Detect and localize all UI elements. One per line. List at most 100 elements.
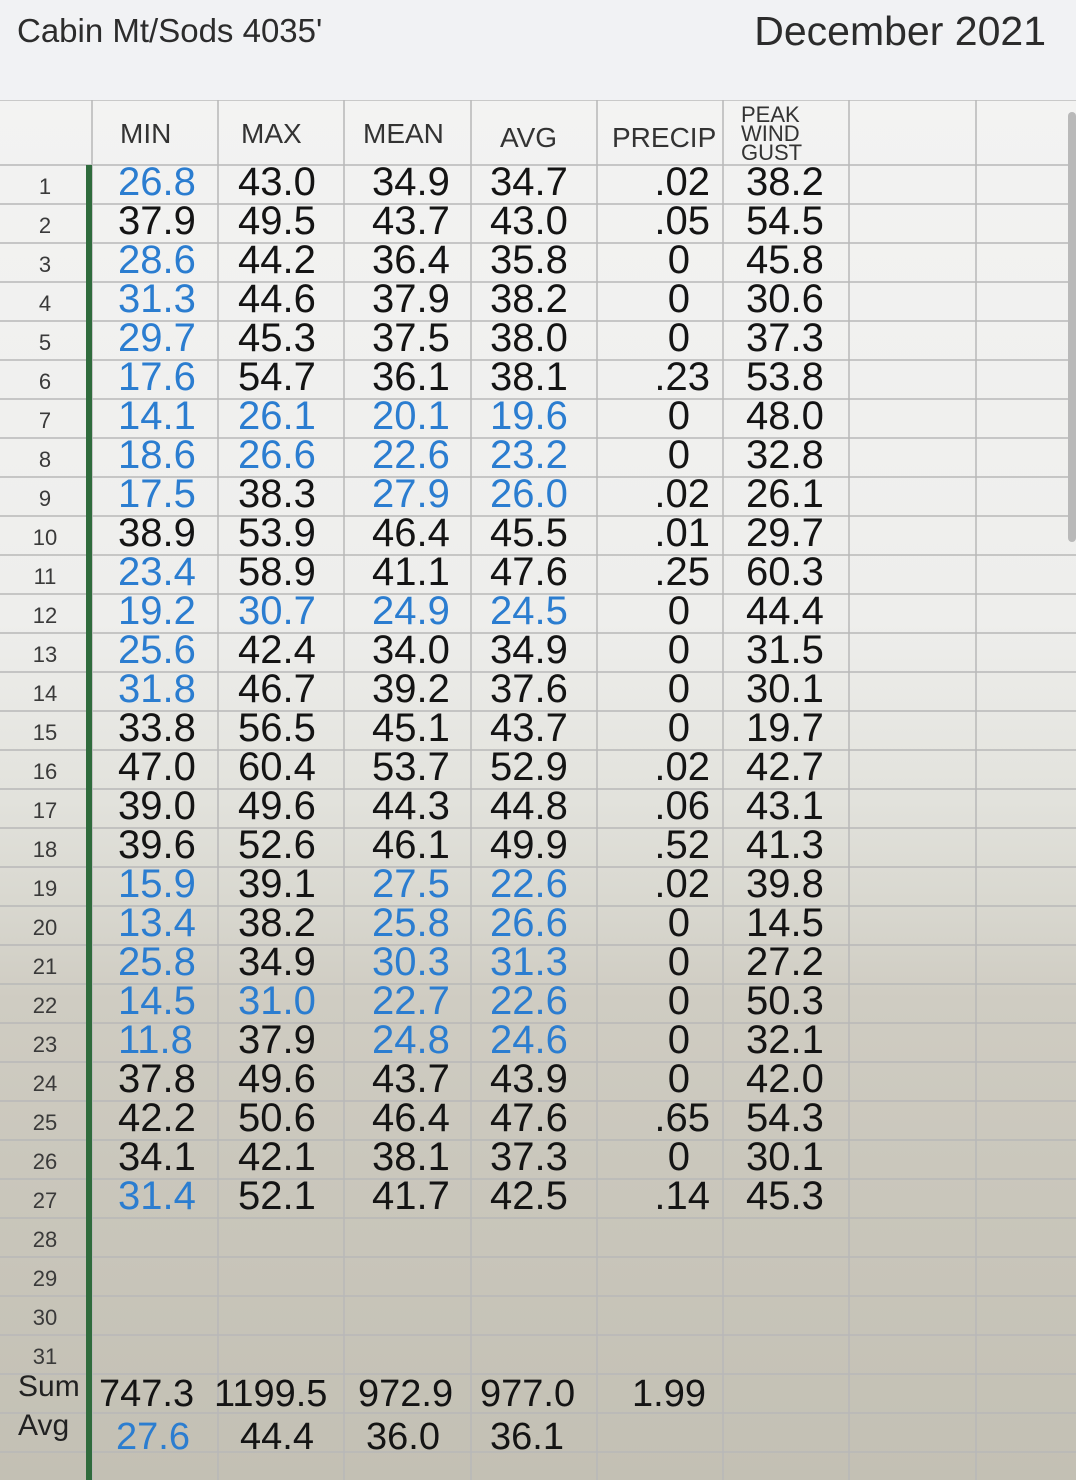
cell-peak-wind-gust[interactable]: 45.3 bbox=[746, 1176, 824, 1216]
cell-avg[interactable]: 43.0 bbox=[490, 201, 568, 241]
cell-max[interactable]: 43.0 bbox=[238, 162, 316, 202]
cell-avg[interactable]: 47.6 bbox=[490, 552, 568, 592]
cell-mean[interactable]: 24.9 bbox=[372, 591, 450, 631]
cell-avg[interactable]: 47.6 bbox=[490, 1098, 568, 1138]
cell-min[interactable]: 31.8 bbox=[118, 669, 196, 709]
row-number[interactable]: 1 bbox=[0, 167, 90, 206]
cell-peak-wind-gust[interactable]: 45.8 bbox=[746, 240, 824, 280]
cell-mean[interactable]: 27.9 bbox=[372, 474, 450, 514]
cell-min[interactable]: 34.1 bbox=[118, 1137, 196, 1177]
cell-max[interactable]: 42.1 bbox=[238, 1137, 316, 1177]
row-number[interactable]: 25 bbox=[0, 1103, 90, 1142]
cell-min[interactable]: 23.4 bbox=[118, 552, 196, 592]
cell-mean[interactable]: 20.1 bbox=[372, 396, 450, 436]
cell-precip[interactable]: 0 bbox=[600, 1020, 690, 1060]
row-number[interactable]: 5 bbox=[0, 323, 90, 362]
cell-precip[interactable]: .02 bbox=[600, 864, 710, 904]
cell-avg[interactable]: 34.7 bbox=[490, 162, 568, 202]
col-header-precip[interactable]: PRECIP bbox=[612, 122, 716, 154]
cell-max[interactable]: 38.2 bbox=[238, 903, 316, 943]
cell-avg[interactable]: 24.5 bbox=[490, 591, 568, 631]
cell-mean[interactable]: 44.3 bbox=[372, 786, 450, 826]
cell-precip[interactable]: 0 bbox=[600, 1059, 690, 1099]
cell-min[interactable]: 33.8 bbox=[118, 708, 196, 748]
cell-peak-wind-gust[interactable]: 26.1 bbox=[746, 474, 824, 514]
row-number[interactable]: 22 bbox=[0, 986, 90, 1025]
row-number[interactable]: 30 bbox=[0, 1298, 90, 1337]
cell-precip[interactable]: .23 bbox=[600, 357, 710, 397]
col-header-avg[interactable]: AVG bbox=[500, 122, 557, 154]
cell-precip[interactable]: .02 bbox=[600, 162, 710, 202]
cell-mean[interactable]: 39.2 bbox=[372, 669, 450, 709]
cell-peak-wind-gust[interactable]: 54.5 bbox=[746, 201, 824, 241]
cell-peak-wind-gust[interactable]: 43.1 bbox=[746, 786, 824, 826]
cell-mean[interactable]: 34.0 bbox=[372, 630, 450, 670]
cell-min[interactable]: 19.2 bbox=[118, 591, 196, 631]
cell-min[interactable]: 31.4 bbox=[118, 1176, 196, 1216]
row-number[interactable]: 20 bbox=[0, 908, 90, 947]
cell-max[interactable]: 50.6 bbox=[238, 1098, 316, 1138]
row-number[interactable]: 10 bbox=[0, 518, 90, 557]
row-number[interactable]: 28 bbox=[0, 1220, 90, 1259]
cell-mean[interactable]: 25.8 bbox=[372, 903, 450, 943]
cell-min[interactable]: 26.8 bbox=[118, 162, 196, 202]
cell-avg[interactable]: 43.7 bbox=[490, 708, 568, 748]
cell-max[interactable]: 49.5 bbox=[238, 201, 316, 241]
cell-avg[interactable]: 45.5 bbox=[490, 513, 568, 553]
row-number[interactable]: 7 bbox=[0, 401, 90, 440]
sum-precip[interactable]: 1.99 bbox=[632, 1375, 706, 1414]
row-number[interactable]: 11 bbox=[0, 557, 90, 596]
cell-precip[interactable]: 0 bbox=[600, 396, 690, 436]
cell-max[interactable]: 49.6 bbox=[238, 1059, 316, 1099]
cell-min[interactable]: 11.8 bbox=[118, 1020, 193, 1060]
cell-max[interactable]: 38.3 bbox=[238, 474, 316, 514]
cell-avg[interactable]: 37.3 bbox=[490, 1137, 568, 1177]
row-number[interactable]: 29 bbox=[0, 1259, 90, 1298]
cell-avg[interactable]: 38.1 bbox=[490, 357, 568, 397]
cell-precip[interactable]: 0 bbox=[600, 240, 690, 280]
cell-avg[interactable]: 19.6 bbox=[490, 396, 568, 436]
cell-min[interactable]: 42.2 bbox=[118, 1098, 196, 1138]
col-header-min[interactable]: MIN bbox=[120, 118, 171, 150]
cell-avg[interactable]: 34.9 bbox=[490, 630, 568, 670]
cell-mean[interactable]: 37.5 bbox=[372, 318, 450, 358]
row-number[interactable]: 3 bbox=[0, 245, 90, 284]
cell-avg[interactable]: 31.3 bbox=[490, 942, 568, 982]
cell-precip[interactable] bbox=[600, 1255, 710, 1294]
cell-mean[interactable]: 43.7 bbox=[372, 201, 450, 241]
cell-avg[interactable]: 37.6 bbox=[490, 669, 568, 709]
cell-max[interactable]: 49.6 bbox=[238, 786, 316, 826]
cell-peak-wind-gust[interactable]: 50.3 bbox=[746, 981, 824, 1021]
cell-mean[interactable]: 24.8 bbox=[372, 1020, 450, 1060]
cell-max[interactable]: 56.5 bbox=[238, 708, 316, 748]
cell-avg[interactable]: 23.2 bbox=[490, 435, 568, 475]
cell-mean[interactable]: 41.1 bbox=[372, 552, 450, 592]
cell-max[interactable]: 52.6 bbox=[238, 825, 316, 865]
cell-peak-wind-gust[interactable]: 53.8 bbox=[746, 357, 824, 397]
cell-mean[interactable]: 22.7 bbox=[372, 981, 450, 1021]
cell-max[interactable]: 31.0 bbox=[238, 981, 316, 1021]
cell-max[interactable]: 45.3 bbox=[238, 318, 316, 358]
cell-precip[interactable] bbox=[600, 1294, 710, 1333]
cell-avg[interactable]: 35.8 bbox=[490, 240, 568, 280]
cell-min[interactable]: 17.6 bbox=[118, 357, 196, 397]
cell-mean[interactable]: 38.1 bbox=[372, 1137, 450, 1177]
avg-min[interactable]: 27.6 bbox=[116, 1418, 190, 1457]
cell-mean[interactable]: 43.7 bbox=[372, 1059, 450, 1099]
cell-peak-wind-gust[interactable]: 31.5 bbox=[746, 630, 824, 670]
cell-precip[interactable]: .14 bbox=[600, 1176, 710, 1216]
cell-precip[interactable] bbox=[600, 1216, 710, 1255]
cell-mean[interactable]: 27.5 bbox=[372, 864, 450, 904]
cell-precip[interactable]: 0 bbox=[600, 435, 690, 475]
cell-max[interactable]: 54.7 bbox=[238, 357, 316, 397]
cell-peak-wind-gust[interactable]: 41.3 bbox=[746, 825, 824, 865]
cell-peak-wind-gust[interactable]: 42.0 bbox=[746, 1059, 824, 1099]
cell-peak-wind-gust[interactable]: 32.8 bbox=[746, 435, 824, 475]
row-number[interactable]: 6 bbox=[0, 362, 90, 401]
sum-mean[interactable]: 972.9 bbox=[358, 1375, 453, 1414]
vertical-scrollbar[interactable] bbox=[1068, 112, 1076, 542]
cell-max[interactable]: 60.4 bbox=[238, 747, 316, 787]
cell-precip[interactable]: 0 bbox=[600, 630, 690, 670]
cell-mean[interactable]: 30.3 bbox=[372, 942, 450, 982]
cell-peak-wind-gust[interactable]: 30.6 bbox=[746, 279, 824, 319]
